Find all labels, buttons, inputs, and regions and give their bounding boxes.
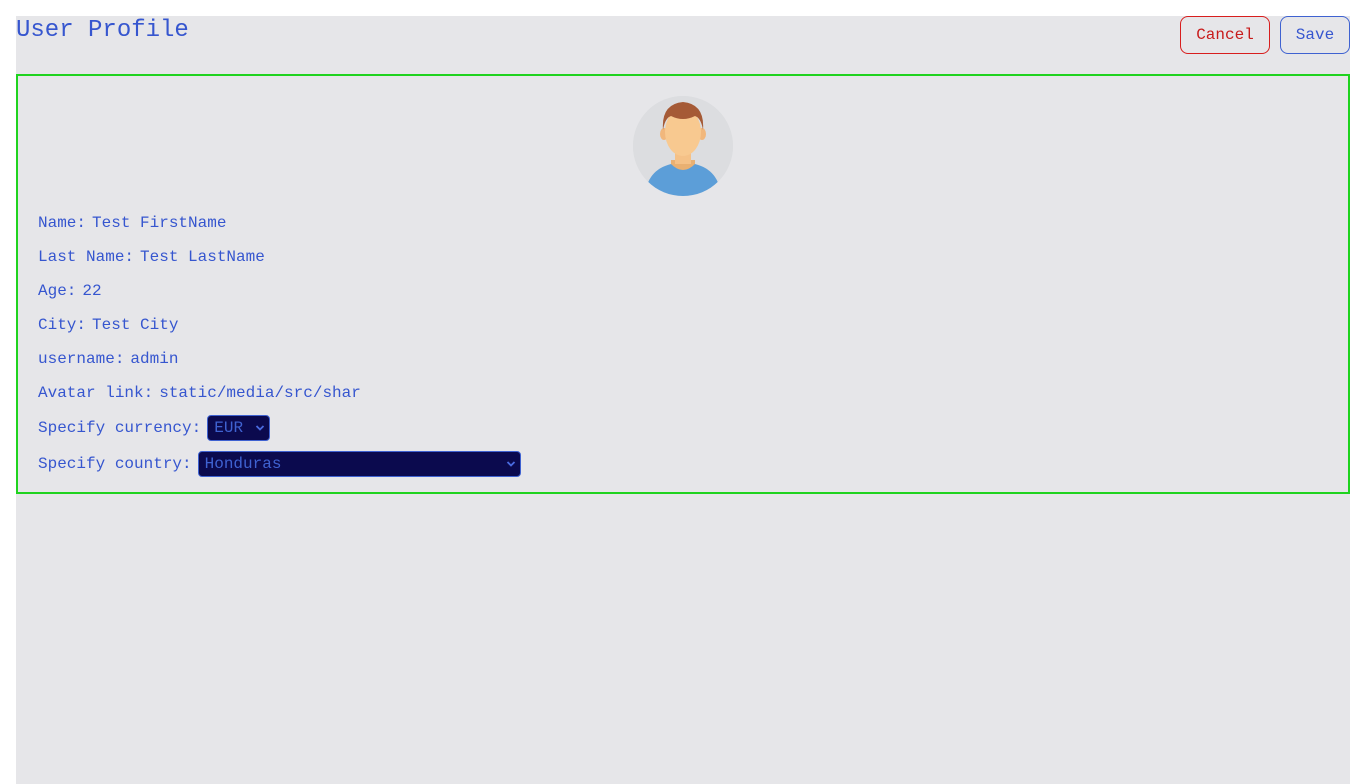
currency-selected-value: EUR (214, 419, 244, 437)
field-value: Test FirstName (92, 214, 227, 232)
field-value: static/media/src/shar (159, 384, 361, 402)
field-label: City: (38, 316, 87, 334)
field-value: admin (130, 350, 179, 368)
save-button[interactable]: Save (1280, 16, 1350, 54)
field-name: Name: Test FirstName (38, 206, 521, 240)
field-city: City: Test City (38, 308, 521, 342)
field-label: username: (38, 350, 125, 368)
field-label: Avatar link: (38, 384, 154, 402)
field-value: Test City (92, 316, 179, 334)
page-title: User Profile (16, 17, 189, 44)
currency-select[interactable]: EUR (207, 415, 271, 441)
field-label: Age: (38, 282, 77, 300)
field-currency: Specify currency: EUR (38, 410, 521, 446)
profile-page: User Profile Cancel Save Name: Test Firs… (16, 16, 1350, 784)
chevron-down-icon (256, 425, 265, 431)
field-avatar-link: Avatar link: static/media/src/shar (38, 376, 521, 410)
cancel-button[interactable]: Cancel (1180, 16, 1270, 54)
country-label: Specify country: (38, 455, 192, 473)
user-avatar-icon (633, 96, 733, 196)
field-country: Specify country: Honduras (38, 446, 521, 482)
field-age: Age: 22 (38, 274, 521, 308)
field-label: Name: (38, 214, 87, 232)
chevron-down-icon (506, 461, 515, 467)
country-select[interactable]: Honduras (197, 451, 521, 477)
field-username: username: admin (38, 342, 521, 376)
profile-card: Name: Test FirstName Last Name: Test Las… (16, 74, 1350, 494)
field-value: 22 (82, 282, 102, 300)
profile-fields: Name: Test FirstName Last Name: Test Las… (38, 206, 521, 482)
country-selected-value: Honduras (204, 455, 282, 473)
field-label: Last Name: (38, 248, 135, 266)
field-value: Test LastName (140, 248, 265, 266)
field-last-name: Last Name: Test LastName (38, 240, 521, 274)
currency-label: Specify currency: (38, 419, 202, 437)
